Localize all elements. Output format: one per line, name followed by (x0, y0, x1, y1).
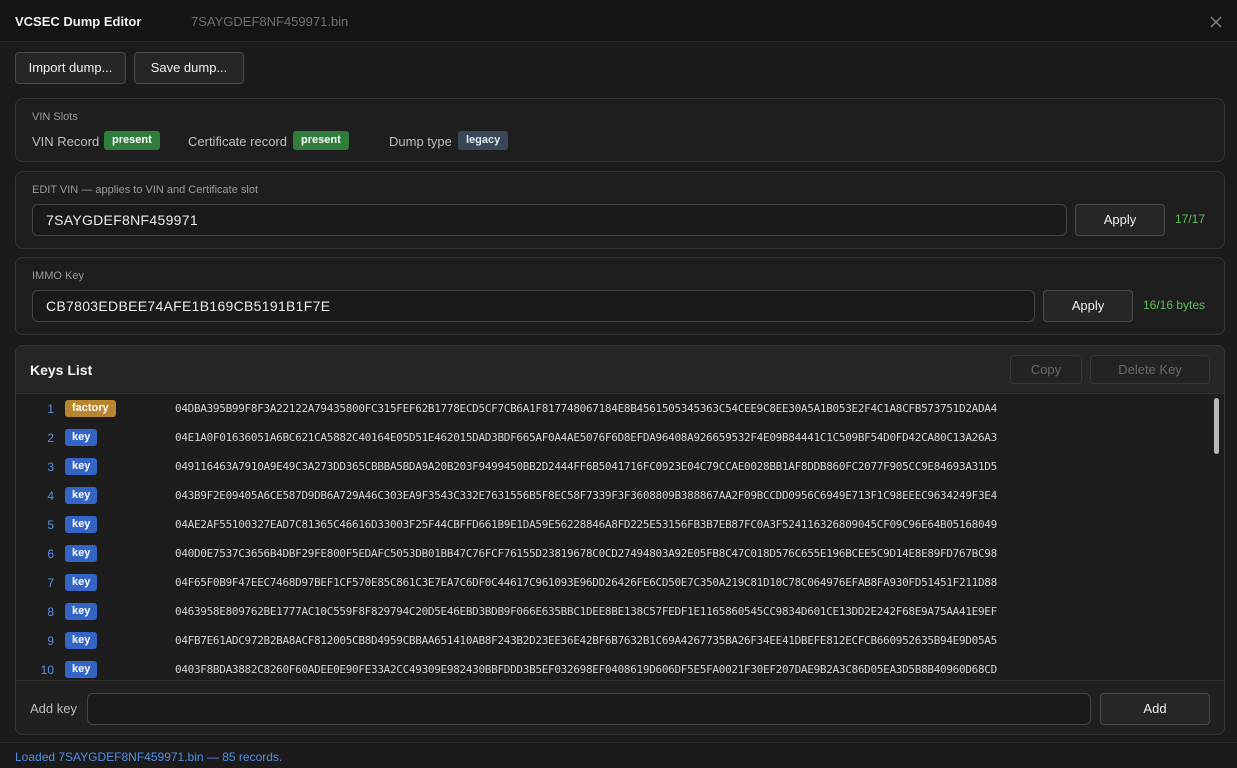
edit-vin-title: EDIT VIN — applies to VIN and Certificat… (32, 184, 258, 196)
key-row-number: 9 (47, 634, 54, 648)
edit-vin-panel: EDIT VIN — applies to VIN and Certificat… (15, 171, 1225, 249)
file-title: 7SAYGDEF8NF459971.bin (191, 14, 349, 29)
key-row-number: 5 (47, 518, 54, 532)
key-type-badge: key (65, 545, 98, 562)
key-public-hex: 04DBA395B99F8F3A22122A79435800FC315FEF62… (175, 402, 997, 415)
vin-slots-title: VIN Slots (32, 111, 78, 123)
keys-list-body: 1 factory 04DBA395B99F8F3A22122A79435800… (16, 394, 1224, 680)
add-key-label: Add key (30, 701, 77, 716)
close-icon[interactable] (1209, 15, 1223, 29)
add-key-bar: Add key Add (16, 680, 1224, 734)
key-type-badge: factory (65, 400, 116, 417)
key-public-hex: 043B9F2E09405A6CE587D9DB6A729A46C303EA9F… (175, 489, 997, 502)
immo-key-input[interactable] (32, 290, 1035, 322)
key-type-badge: key (65, 632, 98, 649)
key-row[interactable]: 5 key 04AE2AF55100327EAD7C81365C46616D33… (16, 510, 1208, 539)
key-row[interactable]: 2 key 04E1A0F01636051A6BC621CA5882C40164… (16, 423, 1208, 452)
immo-key-title: IMMO Key (32, 270, 84, 282)
app-title: VCSEC Dump Editor (15, 14, 142, 29)
cert-record-label: Certificate record (188, 134, 287, 149)
key-public-hex: 04F65F0B9F47EEC7468D97BEF1CF570E85C861C3… (175, 576, 997, 589)
immo-key-length-counter: 16/16 bytes (1143, 298, 1206, 312)
key-type-badge: key (65, 574, 98, 591)
status-divider (0, 742, 1237, 743)
key-public-hex: 040D0E7537C3656B4DBF29FE800F5EDAFC5053DB… (175, 547, 997, 560)
key-row-number: 8 (47, 605, 54, 619)
apply-vin-button[interactable]: Apply (1075, 204, 1165, 236)
key-row[interactable]: 10 key 0403F8BDA3882C8260F60ADEE0E90FE33… (16, 655, 1208, 680)
delete-key-button[interactable]: Delete Key (1090, 355, 1210, 384)
import-dump-button[interactable]: Import dump... (15, 52, 126, 84)
vin-length-counter: 17/17 (1175, 212, 1206, 226)
vin-record-label: VIN Record (32, 134, 100, 149)
key-row[interactable]: 7 key 04F65F0B9F47EEC7468D97BEF1CF570E85… (16, 568, 1208, 597)
key-type-badge: key (65, 429, 98, 446)
vin-input[interactable] (32, 204, 1067, 236)
key-row[interactable]: 8 key 0463958E809762BE1777AC10C559F8F829… (16, 597, 1208, 626)
key-public-hex: 0403F8BDA3882C8260F60ADEE0E90FE33A2CC493… (175, 663, 997, 676)
keys-list-header: Keys List Copy Delete Key (16, 346, 1224, 394)
key-public-hex: 04FB7E61ADC972B2BA8ACF812005CB8D4959CBBA… (175, 634, 997, 647)
key-row[interactable]: 3 key 049116463A7910A9E49C3A273DD365CBBB… (16, 452, 1208, 481)
add-key-button[interactable]: Add (1100, 693, 1210, 725)
key-row[interactable]: 1 factory 04DBA395B99F8F3A22122A79435800… (16, 394, 1208, 423)
key-row[interactable]: 4 key 043B9F2E09405A6CE587D9DB6A729A46C3… (16, 481, 1208, 510)
key-row-number: 3 (47, 460, 54, 474)
keys-list-scrollbar[interactable] (1214, 398, 1219, 454)
key-type-badge: key (65, 661, 98, 678)
keys-list-panel: Keys List Copy Delete Key 1 factory 04DB… (15, 345, 1225, 735)
key-row[interactable]: 6 key 040D0E7537C3656B4DBF29FE800F5EDAFC… (16, 539, 1208, 568)
apply-immo-button[interactable]: Apply (1043, 290, 1133, 322)
copy-key-button[interactable]: Copy (1010, 355, 1082, 384)
status-message: Loaded 7SAYGDEF8NF459971.bin — 85 record… (15, 750, 283, 764)
save-dump-button[interactable]: Save dump... (134, 52, 244, 84)
vin-record-status-badge: present (104, 131, 160, 150)
key-row-number: 10 (40, 663, 54, 677)
cert-record-status-badge: present (293, 131, 349, 150)
key-public-hex: 04E1A0F01636051A6BC621CA5882C40164E05D51… (175, 431, 997, 444)
keys-list-title: Keys List (30, 362, 93, 378)
key-public-hex: 0463958E809762BE1777AC10C559F8F829794C20… (175, 605, 997, 618)
key-row-number: 7 (47, 576, 54, 590)
dump-type-label: Dump type (389, 134, 452, 149)
key-type-badge: key (65, 458, 98, 475)
title-bar: VCSEC Dump Editor 7SAYGDEF8NF459971.bin (0, 0, 1237, 42)
key-public-hex: 049116463A7910A9E49C3A273DD365CBBBA5BDA9… (175, 460, 997, 473)
dump-type-badge: legacy (458, 131, 509, 150)
key-row-number: 2 (47, 431, 54, 445)
key-row-number: 4 (47, 489, 54, 503)
key-row[interactable]: 9 key 04FB7E61ADC972B2BA8ACF812005CB8D49… (16, 626, 1208, 655)
key-row-number: 6 (47, 547, 54, 561)
key-type-badge: key (65, 603, 98, 620)
immo-key-panel: IMMO Key Apply 16/16 bytes (15, 257, 1225, 335)
key-public-hex: 04AE2AF55100327EAD7C81365C46616D33003F25… (175, 518, 997, 531)
key-type-badge: key (65, 487, 98, 504)
key-type-badge: key (65, 516, 98, 533)
key-row-number: 1 (47, 402, 54, 416)
add-key-input[interactable] (87, 693, 1091, 725)
vin-slots-panel: VIN Slots VIN Record present Certificate… (15, 98, 1225, 162)
